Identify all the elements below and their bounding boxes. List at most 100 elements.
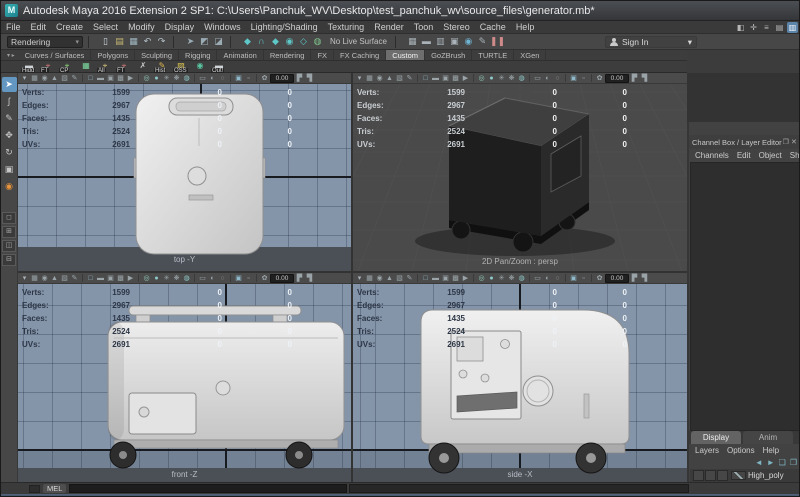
panel-toolbar-icon[interactable] bbox=[565, 74, 566, 82]
layer-editor-tab[interactable]: Display bbox=[691, 431, 741, 444]
resolution-gate-icon[interactable]: ▭ bbox=[533, 73, 542, 84]
xray-icon[interactable]: ● bbox=[487, 73, 496, 84]
rotate-tool[interactable]: ↻ bbox=[2, 145, 17, 160]
paint-effects-icon[interactable]: ✎ bbox=[476, 35, 489, 48]
panel-toolbar-icon[interactable] bbox=[529, 74, 530, 82]
render-current-frame-icon[interactable]: ▬ bbox=[420, 35, 433, 48]
shelf-joint-button[interactable]: ✗ bbox=[135, 61, 151, 73]
attribute-editor-icon[interactable]: ▤ bbox=[774, 22, 785, 33]
field-chart-icon[interactable]: ○ bbox=[553, 73, 562, 84]
render-view-icon[interactable]: ▦ bbox=[406, 35, 419, 48]
resolution-gate-icon[interactable]: ▭ bbox=[198, 273, 207, 284]
shelf-out-button[interactable]: ▬ Out! bbox=[211, 61, 227, 73]
resolution-gate-icon[interactable]: ▭ bbox=[198, 73, 207, 84]
camera-lock-icon[interactable]: ◉ bbox=[40, 273, 49, 284]
ambient-occlusion-icon[interactable]: ✳ bbox=[162, 73, 171, 84]
isolate-select-icon[interactable]: ◎ bbox=[477, 73, 486, 84]
ambient-occlusion-icon[interactable]: ✳ bbox=[497, 273, 506, 284]
textured-icon[interactable]: ▣ bbox=[106, 273, 115, 284]
gate-mask-icon[interactable]: ◐ bbox=[543, 273, 552, 284]
image-save-icon[interactable]: ▫ bbox=[244, 273, 253, 284]
undo-icon[interactable]: ↶ bbox=[141, 35, 154, 48]
snap-grid-icon[interactable]: ◆ bbox=[241, 35, 254, 48]
shelf-hist-button[interactable]: ✎ Hist bbox=[154, 61, 170, 73]
motion-blur-icon[interactable]: ❋ bbox=[172, 273, 181, 284]
layer-editor-menu-item[interactable]: Help bbox=[763, 446, 779, 455]
menu-item[interactable]: Texturing bbox=[323, 21, 370, 34]
move-tool[interactable]: ✥ bbox=[2, 128, 17, 143]
panel-toolbar-icon[interactable] bbox=[591, 274, 592, 282]
xray-icon[interactable]: ● bbox=[152, 73, 161, 84]
snapshot-icon[interactable]: ▣ bbox=[234, 73, 243, 84]
textured-icon[interactable]: ▣ bbox=[441, 73, 450, 84]
gate-mask-icon[interactable]: ◐ bbox=[208, 273, 217, 284]
panel-toolbar-icon[interactable] bbox=[194, 274, 195, 282]
shadows-icon[interactable]: ▶ bbox=[126, 73, 135, 84]
channel-box-menu-item[interactable]: Edit bbox=[737, 151, 751, 160]
field-chart-icon[interactable]: ○ bbox=[218, 273, 227, 284]
layout-single-pane[interactable]: ◻ bbox=[2, 212, 16, 224]
menu-item[interactable]: Help bbox=[511, 21, 540, 34]
multisample-icon[interactable]: ◍ bbox=[517, 273, 526, 284]
snap-curve-icon[interactable]: ∩ bbox=[255, 35, 268, 48]
panel-menu-icon[interactable]: ▾ bbox=[20, 73, 29, 84]
panel-toolbar-icon[interactable]: 0.00 bbox=[605, 274, 629, 283]
bookmark-icon[interactable]: ▲ bbox=[385, 73, 394, 84]
panel-toolbar-icon[interactable] bbox=[565, 274, 566, 282]
image-plane-icon[interactable]: ▧ bbox=[395, 273, 404, 284]
modeling-toolkit-icon[interactable]: ≡ bbox=[761, 22, 772, 33]
mel-toggle-button[interactable]: MEL bbox=[43, 484, 66, 493]
group-divider[interactable] bbox=[230, 36, 236, 48]
camera-lock-icon[interactable]: ◉ bbox=[375, 273, 384, 284]
menu-item[interactable]: Render bbox=[369, 21, 409, 34]
view-transform-icon[interactable]: ▜ bbox=[305, 273, 314, 284]
xray-icon[interactable]: ● bbox=[152, 273, 161, 284]
menu-item[interactable]: Windows bbox=[199, 21, 246, 34]
image-save-icon[interactable]: ▫ bbox=[579, 73, 588, 84]
layer-color-swatch[interactable] bbox=[731, 471, 746, 480]
channel-box-menu-item[interactable]: Object bbox=[759, 151, 782, 160]
view-transform-icon[interactable]: ▜ bbox=[305, 73, 314, 84]
use-all-lights-icon[interactable]: ▩ bbox=[451, 73, 460, 84]
menu-item[interactable]: Select bbox=[88, 21, 123, 34]
panel-toolbar-icon[interactable]: 0.00 bbox=[270, 74, 294, 83]
channel-box-empty-area[interactable] bbox=[690, 162, 800, 431]
camera-lock-icon[interactable]: ◉ bbox=[40, 73, 49, 84]
snapshot-icon[interactable]: ▣ bbox=[234, 273, 243, 284]
bookmark-icon[interactable]: ▲ bbox=[50, 73, 59, 84]
use-all-lights-icon[interactable]: ▩ bbox=[116, 273, 125, 284]
panel-toolbar-icon[interactable] bbox=[473, 274, 474, 282]
shaded-icon[interactable]: ▬ bbox=[96, 273, 105, 284]
select-hierarchy-icon[interactable]: ➤ bbox=[184, 35, 197, 48]
grease-pencil-icon[interactable]: ✎ bbox=[405, 73, 414, 84]
select-component-icon[interactable]: ◪ bbox=[212, 35, 225, 48]
shelf-tab[interactable]: FX bbox=[311, 50, 334, 60]
channel-box-header[interactable]: Channel Box / Layer Editor ❐ ✕ bbox=[689, 135, 800, 149]
shelf-tab[interactable]: XGen bbox=[514, 50, 546, 60]
panel-toolbar-icon[interactable] bbox=[473, 74, 474, 82]
shelf-ft2-button[interactable]: ⌖ FT bbox=[116, 61, 132, 73]
channel-box-icon[interactable]: ▥ bbox=[787, 22, 798, 33]
panel-toolbar-icon[interactable] bbox=[256, 274, 257, 282]
motion-blur-icon[interactable]: ❋ bbox=[172, 73, 181, 84]
snapshot-icon[interactable]: ▣ bbox=[569, 273, 578, 284]
redo-icon[interactable]: ↷ bbox=[155, 35, 168, 48]
new-scene-icon[interactable]: ▯ bbox=[99, 35, 112, 48]
shaded-icon[interactable]: ▬ bbox=[96, 73, 105, 84]
shelf-tab[interactable]: Rigging bbox=[179, 50, 217, 60]
gate-mask-icon[interactable]: ◐ bbox=[208, 73, 217, 84]
new-empty-layer-icon[interactable]: ❏ bbox=[779, 457, 786, 469]
isolate-select-icon[interactable]: ◎ bbox=[477, 273, 486, 284]
xray-icon[interactable]: ● bbox=[487, 273, 496, 284]
panel-toolbar-icon[interactable] bbox=[417, 74, 418, 82]
panel-toolbar-icon[interactable] bbox=[138, 274, 139, 282]
grease-pencil-icon[interactable]: ✎ bbox=[70, 273, 79, 284]
panel-toolbar-icon[interactable] bbox=[230, 74, 231, 82]
camera-select-icon[interactable]: ▦ bbox=[365, 273, 374, 284]
field-chart-icon[interactable]: ○ bbox=[553, 273, 562, 284]
shelf-tab[interactable]: TURTLE bbox=[472, 50, 514, 60]
camera-select-icon[interactable]: ▦ bbox=[30, 273, 39, 284]
panel-menu-icon[interactable]: ▾ bbox=[355, 273, 364, 284]
group-divider[interactable] bbox=[173, 36, 179, 48]
shelf-tab[interactable]: Polygons bbox=[91, 50, 135, 60]
